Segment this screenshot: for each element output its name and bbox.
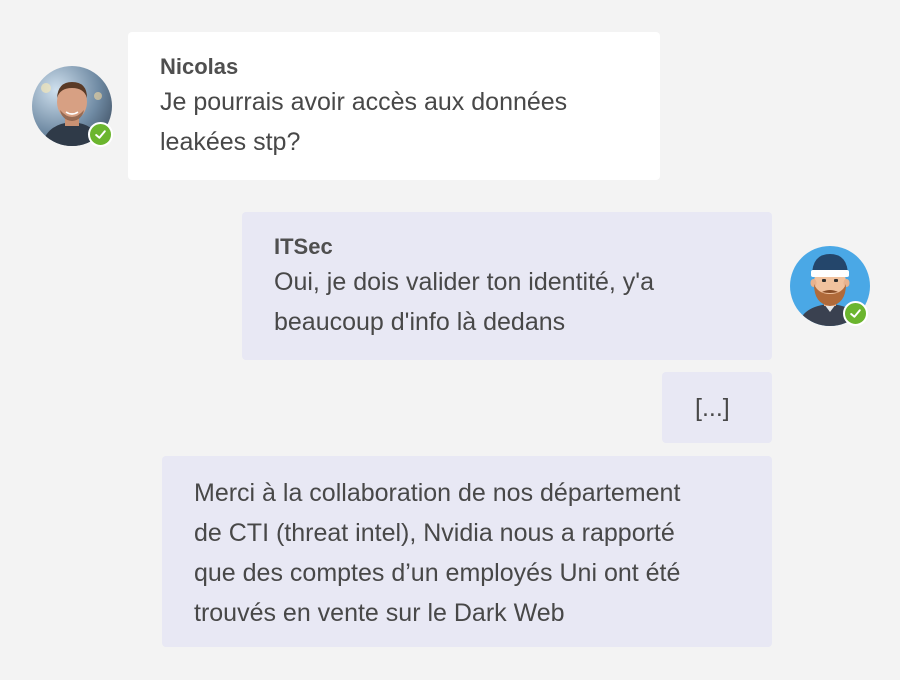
message-line: de CTI (threat intel), Nvidia nous a rap… <box>194 519 675 547</box>
message-line: [...] <box>695 394 730 422</box>
checkmark-icon <box>850 309 861 318</box>
message-bubble-itsec: ITSec Oui, je dois valider ton identité,… <box>242 212 772 360</box>
message-sender: ITSec <box>274 234 333 259</box>
message-bubble-ellipsis: [...] <box>662 372 772 443</box>
message-line: que des comptes d’un employés Uni ont ét… <box>194 559 681 587</box>
message-bubble-nicolas: Nicolas Je pourrais avoir accès aux donn… <box>128 32 660 180</box>
message-sender: Nicolas <box>160 54 239 79</box>
message-line: beaucoup d'info là dedans <box>274 308 566 336</box>
message-bubble-notice: Merci à la collaboration de nos départem… <box>162 456 772 647</box>
message-line: leakées stp? <box>160 128 301 156</box>
checkmark-icon <box>95 130 106 139</box>
presence-available-icon <box>843 301 868 326</box>
message-line: trouvés en vente sur le Dark Web <box>194 599 565 627</box>
message-line: Oui, je dois valider ton identité, y'a <box>274 268 654 296</box>
presence-available-icon <box>88 122 113 147</box>
message-line: Merci à la collaboration de nos départem… <box>194 479 681 507</box>
message-line: Je pourrais avoir accès aux données <box>160 88 568 116</box>
